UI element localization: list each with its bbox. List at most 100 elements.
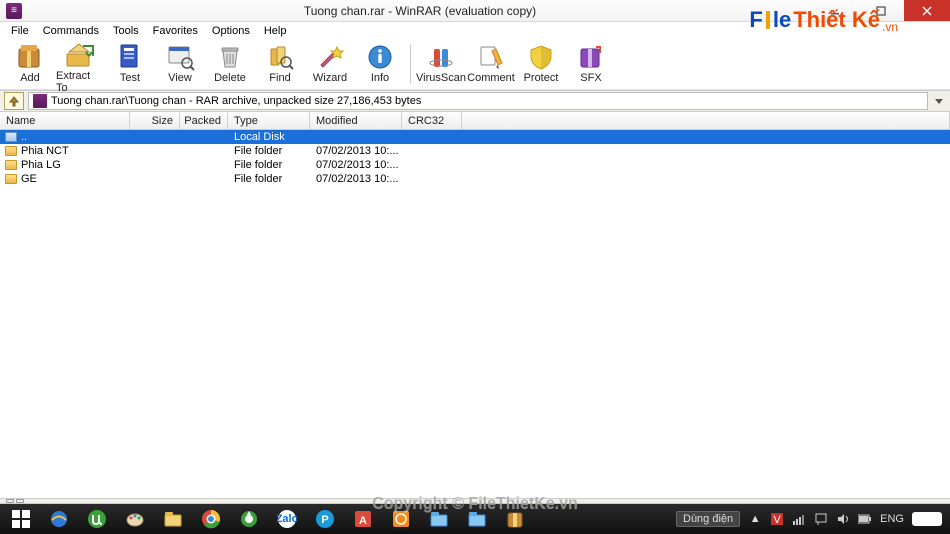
folder-icon	[4, 159, 18, 171]
menubar: File Commands Tools Favorites Options He…	[0, 22, 950, 40]
list-row[interactable]: Phia LGFile folder07/02/2013 10:...	[0, 158, 950, 172]
view-button[interactable]: View	[156, 42, 204, 88]
find-button[interactable]: Find	[256, 42, 304, 88]
task-ie[interactable]	[40, 504, 78, 534]
window-controls	[812, 0, 950, 21]
tray-app-red[interactable]: V	[770, 512, 784, 526]
task-explorer-3[interactable]	[458, 504, 496, 534]
list-row[interactable]: GE File folder07/02/2013 10:...	[0, 172, 950, 186]
sfx-label: SFX	[580, 72, 601, 84]
task-zalo[interactable]: Zalo	[268, 504, 306, 534]
find-icon	[264, 42, 296, 72]
col-name[interactable]: Name	[0, 112, 130, 129]
task-foxit[interactable]	[382, 504, 420, 534]
menu-favorites[interactable]: Favorites	[146, 25, 205, 37]
app-icon	[6, 3, 22, 19]
col-type[interactable]: Type	[228, 112, 310, 129]
col-packed[interactable]: Packed	[180, 112, 228, 129]
task-chrome[interactable]	[192, 504, 230, 534]
menu-tools[interactable]: Tools	[106, 25, 146, 37]
window-title: Tuong chan.rar - WinRAR (evaluation copy…	[28, 4, 812, 18]
list-row[interactable]: .. Local Disk	[0, 130, 950, 144]
cell-type: File folder	[228, 159, 310, 171]
delete-button[interactable]: Delete	[206, 42, 254, 88]
menu-options[interactable]: Options	[205, 25, 257, 37]
cell-type: File folder	[228, 173, 310, 185]
svg-text:P: P	[321, 514, 328, 526]
add-button[interactable]: Add	[6, 42, 54, 88]
start-button[interactable]	[2, 504, 40, 534]
test-button[interactable]: Test	[106, 42, 154, 88]
task-app-blue[interactable]: P	[306, 504, 344, 534]
address-bar: Tuong chan.rar\Tuong chan - RAR archive,…	[0, 90, 950, 112]
column-headers: Name Size Packed Type Modified CRC32	[0, 112, 950, 130]
tray-action-icon[interactable]	[814, 512, 828, 526]
taskbar: Zalo P A Dùng điện ▲ V ENG	[0, 504, 950, 534]
task-winrar[interactable]	[496, 504, 534, 534]
view-icon	[164, 42, 196, 72]
protect-label: Protect	[524, 72, 559, 84]
cell-name: GE	[21, 173, 130, 185]
folder-icon	[4, 173, 18, 185]
tray-lang[interactable]: ENG	[880, 513, 904, 525]
task-explorer[interactable]	[154, 504, 192, 534]
extract-icon	[64, 42, 96, 70]
cell-name: Phia NCT	[21, 145, 130, 157]
task-coccoc[interactable]	[230, 504, 268, 534]
maximize-button[interactable]	[858, 0, 904, 21]
wizard-button[interactable]: Wizard	[306, 42, 354, 88]
protect-button[interactable]: Protect	[517, 42, 565, 88]
comment-icon	[475, 42, 507, 72]
minimize-button[interactable]	[812, 0, 858, 21]
task-explorer-2[interactable]	[420, 504, 458, 534]
tray-power-badge[interactable]: Dùng điện	[676, 511, 740, 527]
address-dropdown[interactable]	[932, 97, 946, 105]
tray-battery-icon[interactable]	[858, 512, 872, 526]
col-crc[interactable]: CRC32	[402, 112, 462, 129]
virusscan-button[interactable]: VirusScan	[417, 42, 465, 88]
cell-type: Local Disk	[228, 131, 310, 143]
list-row[interactable]: Phia NCTFile folder07/02/2013 10:...	[0, 144, 950, 158]
tray-volume-icon[interactable]	[836, 512, 850, 526]
menu-commands[interactable]: Commands	[36, 25, 106, 37]
extract-label: Extract To	[56, 70, 104, 94]
virus-label: VirusScan	[416, 72, 466, 84]
cell-modified: 07/02/2013 10:...	[310, 173, 402, 185]
find-label: Find	[269, 72, 290, 84]
sfx-button[interactable]: SFX	[567, 42, 615, 88]
svg-text:Zalo: Zalo	[277, 513, 297, 525]
cell-modified: 07/02/2013 10:...	[310, 159, 402, 171]
task-autocad[interactable]: A	[344, 504, 382, 534]
delete-icon	[214, 42, 246, 72]
delete-label: Delete	[214, 72, 246, 84]
splitter-handle-icon	[6, 499, 14, 503]
test-icon	[114, 42, 146, 72]
cell-name: ..	[21, 131, 130, 143]
tray-clock-area[interactable]	[912, 512, 942, 526]
drive-icon	[4, 131, 18, 143]
menu-help[interactable]: Help	[257, 25, 294, 37]
col-size[interactable]: Size	[130, 112, 180, 129]
menu-file[interactable]: File	[4, 25, 36, 37]
info-button[interactable]: Info	[356, 42, 404, 88]
view-label: View	[168, 72, 192, 84]
test-label: Test	[120, 72, 140, 84]
titlebar: Tuong chan.rar - WinRAR (evaluation copy…	[0, 0, 950, 22]
info-label: Info	[371, 72, 389, 84]
wizard-label: Wizard	[313, 72, 347, 84]
address-path: Tuong chan.rar\Tuong chan - RAR archive,…	[51, 95, 421, 107]
tray-network-icon[interactable]	[792, 512, 806, 526]
comment-button[interactable]: Comment	[467, 42, 515, 88]
up-button[interactable]	[4, 92, 24, 110]
sfx-icon	[575, 42, 607, 72]
close-button[interactable]	[904, 0, 950, 21]
splitter-handle-icon	[16, 499, 24, 503]
task-utorrent[interactable]	[78, 504, 116, 534]
col-modified[interactable]: Modified	[310, 112, 402, 129]
col-spacer	[462, 112, 950, 129]
file-list[interactable]: ..Local DiskPhia NCTFile folder07/02/201…	[0, 130, 950, 498]
address-field[interactable]: Tuong chan.rar\Tuong chan - RAR archive,…	[28, 92, 928, 110]
task-paint[interactable]	[116, 504, 154, 534]
tray-show-hidden[interactable]: ▲	[748, 512, 762, 526]
extract-button[interactable]: Extract To	[56, 42, 104, 88]
